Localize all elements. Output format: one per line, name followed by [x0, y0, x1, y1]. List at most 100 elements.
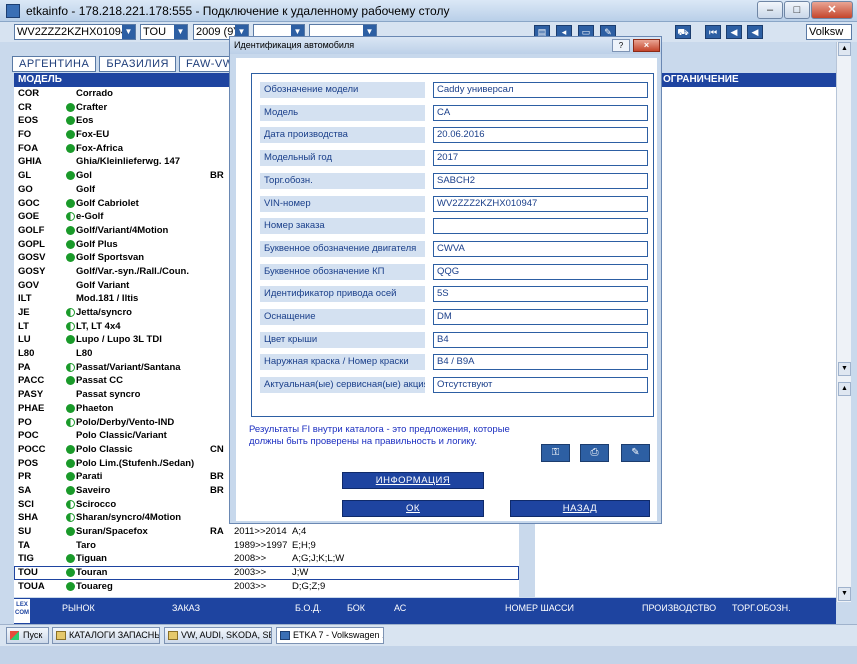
model-name: Lupo / Lupo 3L TDI	[76, 334, 162, 346]
field-value[interactable]: CA	[433, 104, 648, 121]
availability-dot-icon	[66, 116, 75, 126]
model-name: Mod.181 / Iltis	[76, 293, 139, 305]
availability-dot-icon	[66, 527, 75, 536]
field-label: VIN-номер	[260, 195, 425, 212]
model-code: SA	[18, 484, 32, 496]
model-code: LT	[18, 320, 29, 332]
start-button[interactable]: Пуск	[6, 627, 50, 644]
model-name: Jetta/syncro	[76, 307, 132, 318]
close-window-button[interactable]: ✕	[811, 1, 853, 19]
chevron-down-icon[interactable]: ▼	[174, 25, 187, 39]
model-name: Polo Classic/Variant	[76, 430, 167, 442]
model-name: L80	[76, 348, 93, 360]
print-icon[interactable]: ⎙	[580, 444, 609, 462]
model-code: SU	[18, 526, 32, 537]
model-name: Golf Variant	[76, 279, 130, 291]
model-row[interactable]: SU Suran/Spacefox RA 2011>>2014 A;4	[14, 525, 519, 539]
next-icon[interactable]: ◀	[747, 25, 763, 39]
market-combo[interactable]: TOU ▼	[140, 24, 188, 40]
availability-dot-icon	[66, 581, 75, 591]
field-value[interactable]: Отсутствуют	[433, 377, 648, 394]
field-value[interactable]: B4 / B9A	[433, 354, 648, 371]
model-name: Corrado	[76, 88, 113, 99]
scroll-down-icon-2[interactable]: ▼	[838, 587, 851, 601]
field-value[interactable]: Caddy универсал	[433, 82, 648, 98]
model-engines: J;W	[292, 567, 309, 579]
model-code: LU	[18, 334, 31, 346]
field-value[interactable]	[433, 218, 648, 235]
model-years: 2003>>	[234, 580, 267, 592]
scroll-up-icon[interactable]: ▲	[838, 42, 851, 56]
market-combo-value: TOU	[143, 26, 167, 38]
field-row: VIN-номер WV2ZZZ2KZHX010947	[260, 195, 650, 212]
status-bar: LEX COM РЫНОК ЗАКАЗ Б.О.Д. БОК АС НОМЕР …	[14, 598, 836, 624]
model-region: BR	[210, 471, 224, 483]
model-code: FO	[18, 129, 32, 141]
field-row: Номер заказа	[260, 218, 650, 235]
model-code: GO	[18, 183, 33, 195]
prev-icon[interactable]: ◀	[726, 25, 742, 39]
availability-dot-icon	[66, 499, 75, 509]
edit-icon[interactable]: ✎	[621, 444, 650, 462]
back-button[interactable]: НАЗАД	[510, 500, 650, 517]
field-value[interactable]: DM	[433, 309, 648, 325]
field-row: Торг.обозн. SABCH2	[260, 172, 650, 189]
first-page-icon[interactable]: ⏮	[705, 25, 721, 39]
availability-dot-icon	[66, 458, 75, 468]
model-code: GOPL	[18, 238, 45, 250]
tab-brazil[interactable]: БРАЗИЛИЯ	[99, 56, 176, 72]
field-label: Модель	[260, 104, 425, 121]
taskbar-item-label: ETKA 7 - Volkswagen ...	[293, 630, 384, 640]
field-label: Актуальная(ые) сервисная(ые) акция(и)	[260, 377, 425, 394]
info-button[interactable]: ИНФОРМАЦИЯ	[342, 472, 484, 489]
dialog-close-button[interactable]: ×	[633, 39, 660, 52]
taskbar-item-etka[interactable]: ETKA 7 - Volkswagen ...	[276, 627, 384, 644]
ok-button[interactable]: ОК	[342, 500, 484, 517]
vertical-scrollbar[interactable]: ▲ ▼ ▲ ▼	[836, 42, 851, 602]
field-label: Торг.обозн.	[260, 172, 425, 189]
vin-combo[interactable]: WV2ZZZ2KZHX010947 ▼	[14, 24, 136, 40]
key-icon[interactable]: ⚿	[541, 444, 570, 462]
minimize-button[interactable]: –	[757, 1, 783, 19]
field-value[interactable]: 2017	[433, 150, 648, 167]
availability-dot-icon	[66, 198, 75, 208]
scroll-down-icon[interactable]: ▼	[838, 362, 851, 376]
model-name: Crafter	[76, 101, 108, 113]
help-button[interactable]: ?	[612, 39, 630, 52]
model-row[interactable]: TIG Tiguan 2008>> A;G;J;K;L;W	[14, 552, 519, 566]
field-value[interactable]: QQG	[433, 263, 648, 280]
tab-argentina[interactable]: АРГЕНТИНА	[12, 56, 97, 72]
model-code: GOSY	[18, 265, 46, 277]
field-value[interactable]: 20.06.2016	[433, 127, 648, 144]
model-row[interactable]: TOUA Touareg 2003>> D;G;Z;9	[14, 580, 519, 594]
field-value[interactable]: CWVA	[433, 240, 648, 257]
field-row: Цвет крыши B4	[260, 331, 650, 348]
market-tabs: АРГЕНТИНА БРАЗИЛИЯ FAW-VW	[12, 56, 241, 72]
field-value[interactable]: B4	[433, 331, 648, 348]
model-name: LT, LT 4x4	[76, 320, 121, 332]
taskbar-item-catalogs[interactable]: КАТАЛОГИ ЗАПАСНЫХ ...	[52, 627, 160, 644]
cart-icon[interactable]: ⛟	[675, 25, 691, 39]
model-name: Eos	[76, 115, 94, 127]
field-value[interactable]: 5S	[433, 286, 648, 303]
model-code: POC	[18, 430, 39, 442]
model-row[interactable]: TOU Touran 2003>> J;W	[14, 566, 519, 580]
field-value[interactable]: SABCH2	[433, 172, 648, 189]
brand-combo[interactable]: Volksw	[806, 24, 852, 40]
field-label: Дата производства	[260, 127, 425, 144]
model-name: Passat/Variant/Santana	[76, 361, 181, 373]
model-engines: D;G;Z;9	[292, 580, 326, 592]
field-row: Актуальная(ые) сервисная(ые) акция(и) Отс…	[260, 377, 650, 394]
availability-dot-icon	[66, 335, 75, 345]
maximize-button[interactable]: □	[784, 1, 810, 19]
scroll-up-icon-2[interactable]: ▲	[838, 382, 851, 396]
field-row: Буквенное обозначение КП QQG	[260, 263, 650, 280]
model-row[interactable]: TA Taro 1989>>1997 E;H;9	[14, 539, 519, 553]
taskbar-item-vw[interactable]: VW, AUDI, SKODA, SEAT	[164, 627, 272, 644]
field-row: Оснащение DM	[260, 309, 650, 325]
vehicle-identification-dialog: Идентификация автомобиля ? × Обозначение…	[229, 36, 662, 524]
chevron-down-icon[interactable]: ▼	[122, 25, 135, 39]
field-value[interactable]: WV2ZZZ2KZHX010947	[433, 195, 648, 212]
folder-icon	[168, 631, 178, 640]
availability-dot-icon	[66, 472, 75, 482]
